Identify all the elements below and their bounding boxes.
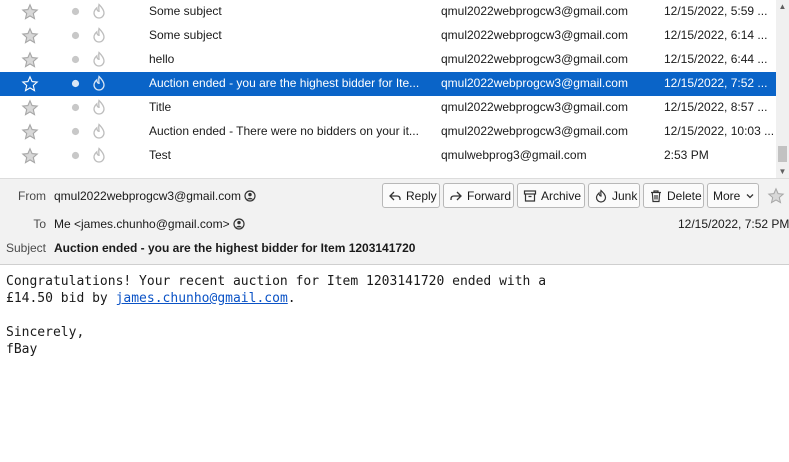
message-date-cell: 12/15/2022, 6:14 ... [664,28,768,42]
message-date-cell: 12/15/2022, 8:57 ... [664,100,768,114]
from-address[interactable]: qmul2022webprogcw3@gmail.com [54,189,241,203]
from-value[interactable]: qmul2022webprogcw3@gmail.com [54,189,256,203]
message-row[interactable]: Auction ended - There were no bidders on… [0,120,776,144]
delete-icon [651,189,661,202]
message-date-cell: 12/15/2022, 5:59 ... [664,4,768,18]
junk-icon [595,188,607,203]
star-icon[interactable] [21,99,39,117]
message-subject: Some subject [149,4,222,18]
message-subject: Title [149,100,172,114]
delete-button[interactable]: Delete [643,183,704,208]
junk-status-icon[interactable] [91,99,107,116]
archive-icon [523,189,537,202]
message-sender: qmul2022webprogcw3@gmail.com [441,4,628,18]
star-icon[interactable] [21,123,39,141]
message-row[interactable]: hello qmul2022webprogcw3@gmail.com 12/15/2… [0,48,776,72]
star-icon[interactable] [767,187,785,205]
star-icon[interactable] [21,75,39,93]
body-closing: Sincerely, [6,325,85,340]
read-status-icon[interactable] [71,151,80,160]
junk-status-icon[interactable] [91,75,107,92]
message-subject: Auction ended - you are the highest bidd… [149,76,420,90]
message-subject: hello [149,52,175,66]
more-button[interactable]: More [707,183,759,208]
message-list[interactable]: Some subject qmul2022webprogcw3@gmail.com… [0,0,789,178]
message-subject: Some subject [149,28,222,42]
message-subject: Test [149,148,172,162]
junk-status-icon[interactable] [91,147,107,164]
contact-icon[interactable] [244,190,256,202]
scroll-up-icon[interactable]: ▲ [776,0,789,13]
to-value[interactable]: Me <james.chunho@gmail.com> [54,217,245,231]
junk-status-icon[interactable] [91,27,107,44]
star-icon[interactable] [21,3,39,21]
reply-button[interactable]: Reply [382,183,440,208]
message-row[interactable]: Auction ended - you are the highest bidd… [0,72,776,96]
message-date-cell: 12/15/2022, 10:03 ... [664,124,774,138]
body-line-2-suffix: . [287,291,296,306]
message-sender: qmul2022webprogcw3@gmail.com [441,100,628,114]
message-sender: qmul2022webprogcw3@gmail.com [441,124,628,138]
message-sender: qmul2022webprogcw3@gmail.com [441,52,628,66]
read-status-icon[interactable] [71,55,80,64]
delete-label: Delete [667,188,702,203]
contact-icon[interactable] [232,218,245,230]
message-rows: Some subject qmul2022webprogcw3@gmail.com… [0,0,776,168]
read-status-icon[interactable] [71,7,80,16]
message-row[interactable]: Test qmulwebprog3@gmail.com 2:53 PM [0,144,776,168]
more-label: More [713,188,741,203]
star-icon[interactable] [21,147,39,165]
subject-label: Subject [5,241,46,255]
forward-icon [450,191,462,200]
bidder-email-link[interactable]: james.chunho@gmail.com [116,291,288,306]
message-header: From qmul2022webprogcw3@gmail.com To Me … [0,179,789,265]
read-status-icon[interactable] [71,103,80,112]
read-status-icon[interactable] [71,31,80,40]
to-label: To [33,217,46,231]
message-sender: qmul2022webprogcw3@gmail.com [441,28,628,42]
message-date: 12/15/2022, 7:52 PM [678,217,789,231]
message-row[interactable]: Some subject qmul2022webprogcw3@gmail.com… [0,0,776,24]
message-sender: qmulwebprog3@gmail.com [441,148,587,162]
message-list-scrollbar[interactable]: ▲ ▼ [776,0,789,178]
read-status-icon[interactable] [71,127,80,136]
message-row[interactable]: Title qmul2022webprogcw3@gmail.com 12/15/2… [0,96,776,120]
star-icon[interactable] [21,51,39,69]
archive-label: Archive [541,188,582,203]
scroll-down-icon[interactable]: ▼ [776,165,789,178]
archive-button[interactable]: Archive [517,183,585,208]
junk-status-icon[interactable] [91,51,107,68]
junk-status-icon[interactable] [91,3,107,20]
message-date-cell: 12/15/2022, 7:52 ... [664,76,768,90]
junk-label: Junk [612,188,638,203]
reply-icon [389,191,401,200]
body-line-2-prefix: £14.50 bid by [6,291,116,306]
message-date-cell: 2:53 PM [664,148,709,162]
reply-label: Reply [406,188,437,203]
junk-status-icon[interactable] [91,123,107,140]
message-sender: qmul2022webprogcw3@gmail.com [441,76,628,90]
forward-label: Forward [467,188,512,203]
star-icon[interactable] [21,27,39,45]
message-row[interactable]: Some subject qmul2022webprogcw3@gmail.com… [0,24,776,48]
body-signature: fBay [6,342,38,357]
forward-button[interactable]: Forward [443,183,514,208]
to-address[interactable]: Me <james.chunho@gmail.com> [54,217,230,231]
from-label: From [18,189,46,203]
body-line-1: Congratulations! Your recent auction for… [6,274,547,289]
junk-button[interactable]: Junk [588,183,640,208]
read-status-icon[interactable] [71,79,80,88]
chevron-down-icon [746,193,754,198]
message-date-cell: 12/15/2022, 6:44 ... [664,52,768,66]
subject-value: Auction ended - you are the highest bidd… [54,241,416,255]
message-subject: Auction ended - There were no bidders on… [149,124,419,138]
message-body: Congratulations! Your recent auction for… [6,273,786,358]
scroll-thumb[interactable] [778,146,787,162]
